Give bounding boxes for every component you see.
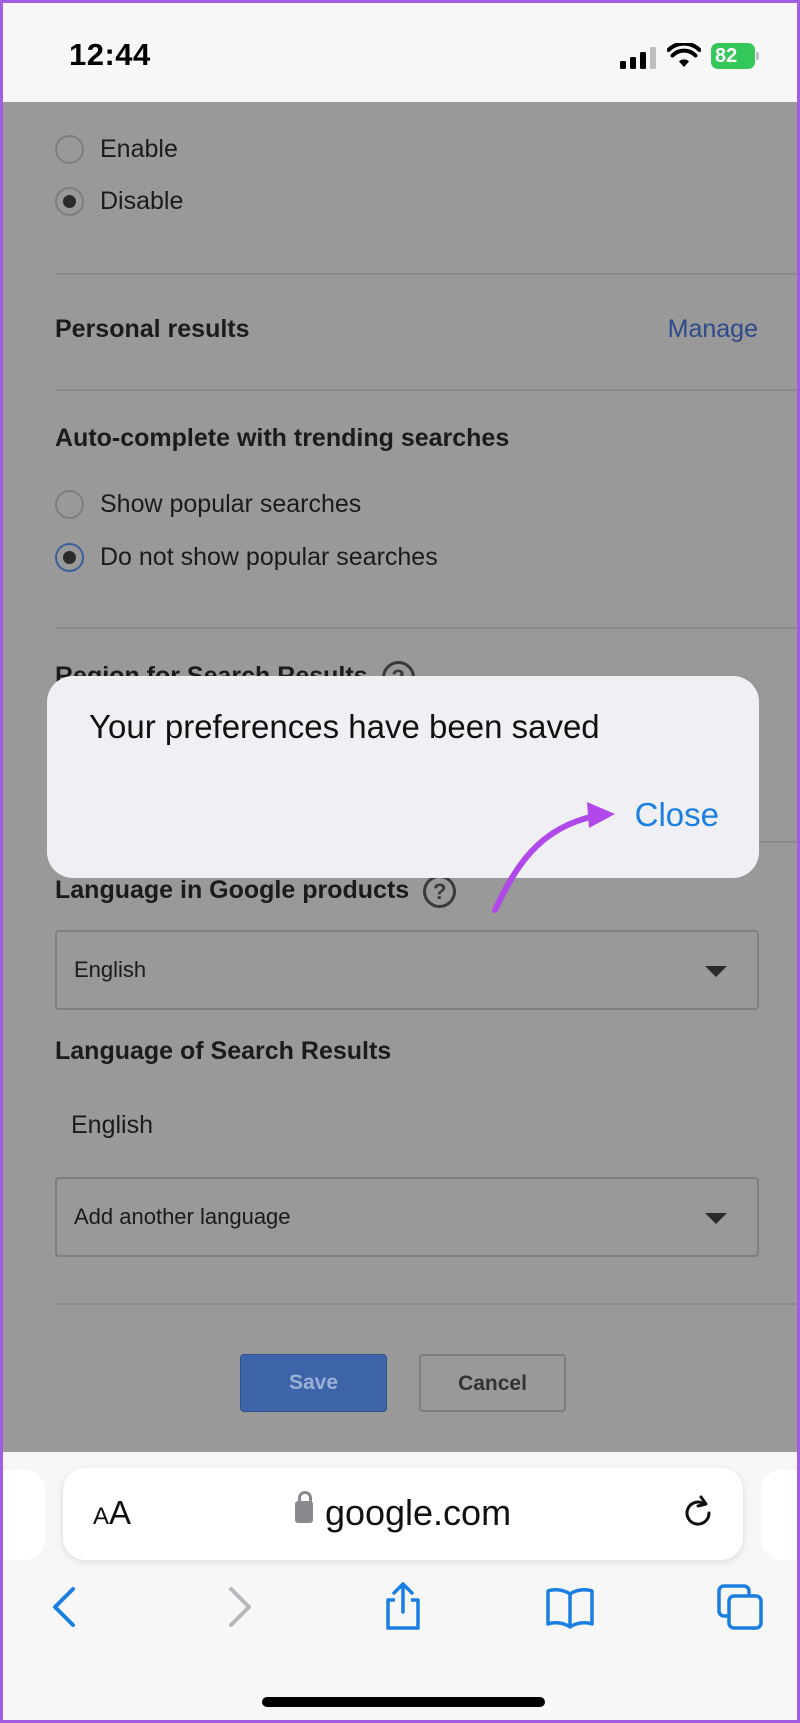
url-display[interactable]: google.com: [63, 1491, 743, 1534]
lock-icon: [294, 1491, 313, 1524]
radio-label: Disable: [100, 186, 184, 215]
personal-results-title: Personal results: [55, 315, 250, 343]
preferences-saved-dialog: Your preferences have been saved Close: [47, 676, 759, 878]
divider: [55, 627, 797, 629]
chevron-down-icon: [705, 1213, 727, 1224]
radio-label: Do not show popular searches: [100, 542, 438, 571]
select-placeholder: Add another language: [74, 1204, 291, 1229]
radio-enable[interactable]: Enable: [55, 133, 178, 165]
dialog-message: Your preferences have been saved: [89, 708, 600, 745]
url-text: google.com: [324, 1492, 512, 1533]
bookmarks-icon[interactable]: [545, 1582, 595, 1632]
status-time: 12:44: [69, 37, 151, 72]
annotation-arrow-icon: [492, 802, 615, 913]
screen: 12:44 82 Enable Disable Personal results: [0, 0, 800, 1723]
add-language-select[interactable]: Add another language: [55, 1177, 759, 1257]
home-indicator: [262, 1697, 545, 1707]
select-value: English: [74, 957, 147, 982]
chevron-down-icon: [705, 966, 727, 977]
current-language: English: [71, 1111, 153, 1139]
forward-icon[interactable]: [213, 1582, 263, 1632]
share-icon[interactable]: [378, 1582, 428, 1632]
radio-disable[interactable]: Disable: [55, 185, 183, 217]
radio-show-popular[interactable]: Show popular searches: [55, 488, 361, 520]
close-button[interactable]: Close: [635, 796, 719, 834]
battery-level: 82: [711, 43, 755, 69]
back-icon[interactable]: [41, 1582, 91, 1632]
language-products-select[interactable]: English: [55, 930, 759, 1010]
divider: [55, 389, 797, 391]
divider: [55, 273, 797, 275]
wifi-icon: [667, 43, 701, 67]
radio-button[interactable]: [55, 489, 84, 519]
address-bar[interactable]: AA google.com: [63, 1468, 743, 1560]
cancel-button[interactable]: Cancel: [419, 1354, 566, 1412]
divider: [55, 1303, 797, 1305]
radio-button-checked[interactable]: [55, 542, 84, 572]
next-tab-card[interactable]: [761, 1470, 797, 1560]
language-products-title: Language in Google products?: [55, 875, 457, 908]
browser-bottom-bar: AA google.com: [3, 1452, 797, 1720]
radio-label: Enable: [100, 134, 178, 163]
radio-label: Show popular searches: [100, 489, 362, 518]
radio-button[interactable]: [55, 134, 84, 164]
tabs-icon[interactable]: [715, 1582, 765, 1632]
cellular-signal-icon: [620, 47, 656, 69]
radio-button-checked[interactable]: [55, 186, 84, 216]
autocomplete-title: Auto-complete with trending searches: [55, 424, 510, 452]
language-results-title: Language of Search Results: [55, 1037, 392, 1065]
reload-icon[interactable]: [679, 1494, 717, 1532]
status-bar: 12:44 82: [3, 3, 797, 102]
battery-icon: 82: [711, 43, 759, 69]
radio-do-not-show-popular[interactable]: Do not show popular searches: [55, 541, 438, 573]
manage-link[interactable]: Manage: [668, 315, 758, 344]
save-button[interactable]: Save: [240, 1354, 387, 1412]
previous-tab-card[interactable]: [3, 1470, 45, 1560]
help-icon[interactable]: ?: [423, 875, 457, 908]
language-products-title-text: Language in Google products: [55, 876, 410, 905]
